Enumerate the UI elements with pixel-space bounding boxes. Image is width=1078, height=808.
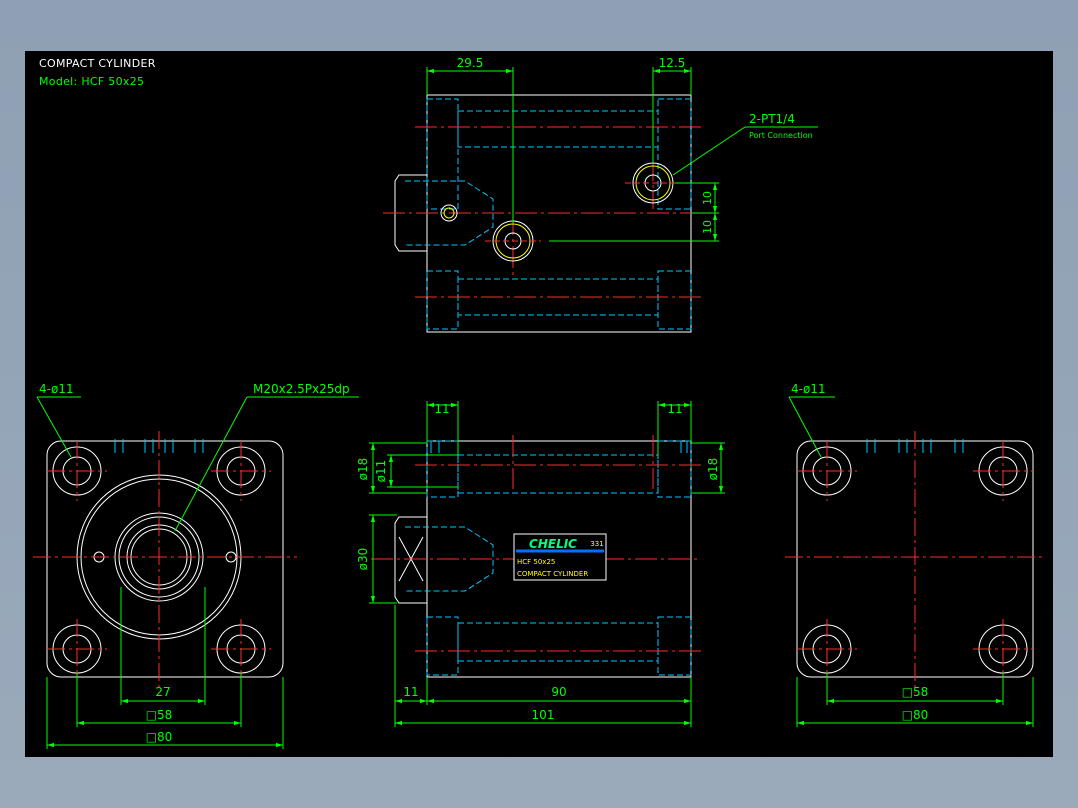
front-dim-top-left: 11 [434, 402, 449, 416]
top-view: 29.5 12.5 2-PT1/4 Port Connection 10 10 [383, 56, 818, 333]
top-dim-v2: 10 [701, 220, 714, 234]
left-hole-callout: 4-ø11 [39, 382, 74, 396]
left-thread-callout: M20x2.5Px25dp [253, 382, 350, 396]
front-dim-d11: ø11 [374, 460, 388, 483]
port-sub: Port Connection [749, 131, 813, 140]
front-dim-d30: ø30 [356, 548, 370, 571]
plate-name: COMPACT CYLINDER [517, 570, 588, 578]
left-dim-bore: 27 [155, 685, 170, 699]
front-dim-b101: 101 [532, 708, 555, 722]
front-dim-b11: 11 [403, 685, 418, 699]
front-dim-d18-left: ø18 [356, 458, 370, 481]
right-view: 4-ø11 □58 □80 [785, 382, 1045, 727]
drawing-canvas: COMPACT CYLINDER Model: HCF 50x25 29.5 1… [25, 51, 1053, 757]
front-dim-b90: 90 [551, 685, 566, 699]
left-dim-outer: □80 [146, 730, 173, 744]
port-callout: 2-PT1/4 [749, 112, 795, 126]
front-dim-d18-right: ø18 [706, 458, 720, 481]
top-dim-v1: 10 [701, 191, 714, 205]
front-view: CHELIC 331 HCF 50x25 COMPACT CYLINDER 11… [356, 401, 725, 727]
top-dim-left: 29.5 [457, 56, 484, 70]
right-dim-outer: □80 [902, 708, 929, 722]
right-dim-pitch: □58 [902, 685, 929, 699]
left-view: 4-ø11 M20x2.5Px25dp 27 □58 □80 [33, 382, 359, 749]
technical-drawing: 29.5 12.5 2-PT1/4 Port Connection 10 10 [33, 56, 1045, 749]
left-dim-pitch: □58 [146, 708, 173, 722]
plate-code: 331 [590, 540, 603, 548]
front-dim-top-right: 11 [667, 402, 682, 416]
plate-brand: CHELIC [529, 537, 577, 551]
top-dim-right: 12.5 [659, 56, 686, 70]
left-view-body [46, 440, 284, 678]
right-hole-callout: 4-ø11 [791, 382, 826, 396]
plate-model: HCF 50x25 [517, 558, 555, 566]
